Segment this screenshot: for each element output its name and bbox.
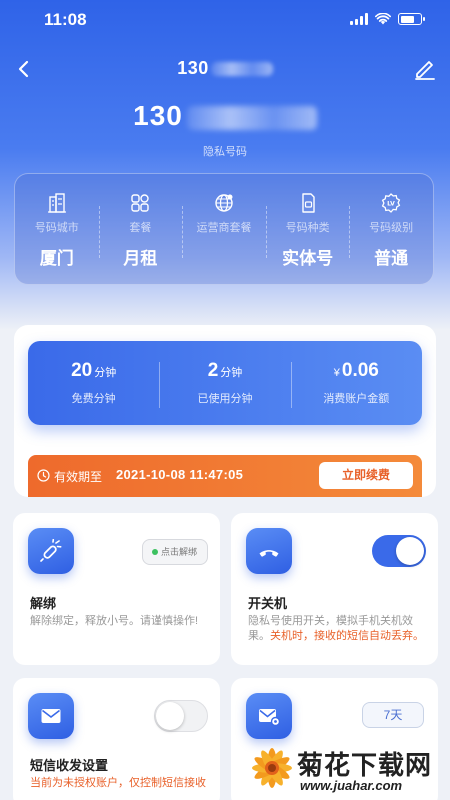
sms-toggle[interactable] xyxy=(154,700,208,732)
expiry-date: 2021-10-08 11:47:05 xyxy=(116,467,244,482)
stat-free-minutes: 20 分钟 免费分钟 xyxy=(71,360,117,405)
phone-hangup-icon xyxy=(246,528,292,574)
status-time: 11:08 xyxy=(44,10,87,29)
unbind-icon xyxy=(28,528,74,574)
masked-number xyxy=(210,62,273,77)
level-badge-icon: LV xyxy=(381,193,401,213)
status-bar: 11:08 xyxy=(0,10,450,34)
info-city: 号码城市 厦门 xyxy=(15,192,99,284)
wifi-icon xyxy=(375,13,391,25)
watermark-url: www.juahar.com xyxy=(300,778,403,793)
phone-caption: 隐私号码 xyxy=(203,146,247,158)
days-button[interactable]: 7天 xyxy=(362,702,424,728)
power-card: 开关机 隐私号使用开关，模拟手机关机效果。关机时，接收的短信自动丢弃。 xyxy=(231,513,438,665)
envelope-gear-icon xyxy=(246,693,292,739)
building-icon xyxy=(47,193,66,213)
stat-balance: ¥0.06 消费账户金额 xyxy=(290,360,422,408)
unbind-card[interactable]: 点击解绑 解绑 解除绑定，释放小号。请谨慎操作! xyxy=(13,513,220,665)
signal-icon xyxy=(350,13,368,25)
watermark-text: 菊花下载网 xyxy=(297,750,433,780)
sms-desc: 当前为未授权账户，仅控制短信接收 xyxy=(30,777,206,789)
expiry-bar: 有效期至 2021-10-08 11:47:05 立即续费 xyxy=(28,455,422,497)
power-warning: 关机时，接收的短信自动丢弃。 xyxy=(270,630,424,642)
site-watermark: 菊花下载网 www.juahar.com xyxy=(248,742,448,800)
status-dot xyxy=(152,549,158,555)
battery-icon xyxy=(398,13,425,25)
power-desc: 隐私号使用开关，模拟手机关机效果。关机时，接收的短信自动丢弃。 xyxy=(248,615,424,642)
page-title: 130 xyxy=(0,58,450,79)
number-info-panel: 号码城市 厦门 套餐 月租 运营商套餐 号码种类 实体号 LV 号码级别 普通 xyxy=(14,173,434,285)
info-carrier-package: 运营商套餐 xyxy=(182,192,266,284)
unbind-title: 解绑 xyxy=(30,596,57,611)
info-number-level: LV 号码级别 普通 xyxy=(349,192,433,284)
expiry-label: 有效期至 xyxy=(54,470,103,484)
masked-number xyxy=(186,105,317,130)
sim-card-icon xyxy=(301,193,315,213)
renew-button[interactable]: 立即续费 xyxy=(319,462,413,489)
info-number-type: 号码种类 实体号 xyxy=(265,192,350,284)
nav-bar: 130 xyxy=(0,52,450,86)
unbind-desc: 解除绑定，释放小号。请谨慎操作! xyxy=(30,615,199,627)
info-package: 套餐 月租 xyxy=(98,192,183,284)
clock-icon xyxy=(37,469,50,482)
power-toggle[interactable] xyxy=(372,535,426,567)
sms-title: 短信收发设置 xyxy=(30,758,109,773)
edit-icon[interactable] xyxy=(412,55,438,81)
sms-card: 短信收发设置 当前为未授权账户，仅控制短信接收 xyxy=(13,678,220,800)
unbind-button[interactable]: 点击解绑 xyxy=(142,539,208,565)
usage-stats: 20 分钟 免费分钟 2 分钟 已使用分钟 ¥0.06 消费账户金额 xyxy=(28,341,422,425)
svg-text:LV: LV xyxy=(387,201,395,208)
grid-icon xyxy=(131,194,150,212)
power-title: 开关机 xyxy=(248,596,288,611)
stat-used-minutes: 2 分钟 已使用分钟 xyxy=(159,360,290,408)
globe-icon xyxy=(215,194,233,212)
account-card: 20 分钟 免费分钟 2 分钟 已使用分钟 ¥0.06 消费账户金额 有效期至 20… xyxy=(14,325,436,497)
envelope-icon xyxy=(28,693,74,739)
phone-number: 130 xyxy=(0,100,450,132)
chrysanthemum-logo xyxy=(252,748,292,788)
